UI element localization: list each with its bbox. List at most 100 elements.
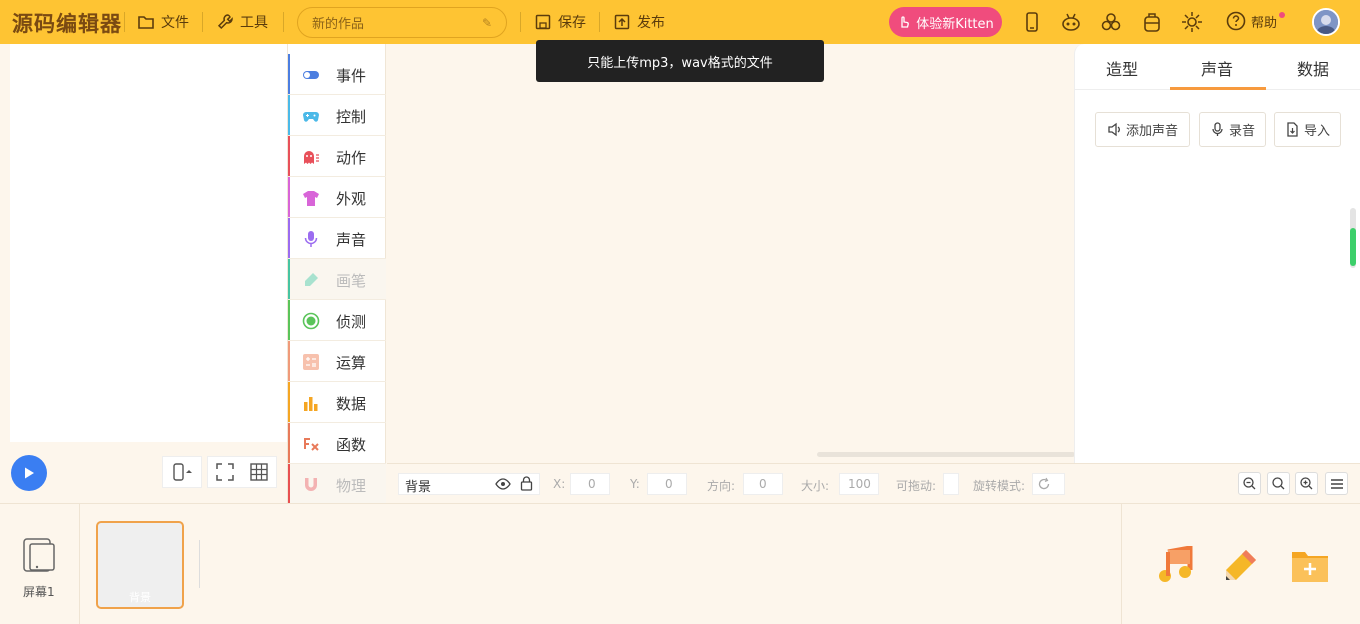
toolbar-divider [283,12,284,32]
category-looks[interactable]: 外观 [288,177,386,218]
try-kitten-label: 体验新Kitten [916,16,994,32]
import-label: 导入 [1303,124,1330,139]
category-label: 数据 [336,395,367,413]
run-button[interactable] [11,455,47,491]
size-value: 100 [848,477,871,491]
category-label: 物理 [336,477,367,495]
add-assets-area [1121,504,1360,624]
save-button[interactable]: 保存 [534,11,586,33]
zoom-in-button[interactable] [1295,472,1318,495]
bar-chart-icon [304,397,318,411]
x-label: X: [553,477,566,491]
file-menu-button[interactable]: 文件 [137,11,189,33]
eye-icon[interactable] [495,477,511,491]
backpack-icon[interactable] [1141,11,1163,33]
toggle-icon [303,71,319,79]
add-sound-button[interactable]: 添加声音 [1095,112,1190,147]
y-value: 0 [665,477,673,491]
device-select-button[interactable] [162,456,202,488]
background-sprite-thumbnail[interactable]: 背景 [96,521,184,609]
toolbar-divider [124,12,125,32]
zoom-in-icon [1300,477,1313,490]
category-motion[interactable]: 动作 [288,136,386,177]
user-avatar[interactable] [1312,8,1340,36]
category-color-bar [288,136,290,176]
category-label: 侦测 [336,313,367,331]
category-physics[interactable]: 物理 [288,464,386,505]
category-color-bar [288,218,290,258]
try-kitten-button[interactable]: 体验新Kitten [889,7,1002,37]
wrench-icon [217,14,233,30]
panel-scrollbar-thumb[interactable] [1350,228,1356,266]
toolbar-divider [202,12,203,32]
search-icon [1272,477,1285,490]
folder-add-icon[interactable] [1290,548,1330,584]
music-note-icon[interactable] [1156,546,1196,586]
category-operators[interactable]: 运算 [288,341,386,382]
publish-button[interactable]: 发布 [613,11,665,33]
code-workspace[interactable] [387,44,1075,463]
category-data[interactable]: 数据 [288,382,386,423]
category-pen[interactable]: 画笔 [288,259,386,300]
record-label: 录音 [1228,124,1255,139]
fullscreen-icon[interactable] [216,463,234,481]
robot-icon[interactable] [1060,11,1082,33]
category-color-bar [288,95,290,135]
category-label: 运算 [336,354,367,372]
magnet-icon [305,478,317,491]
background-sprite-label: 背景 [129,591,151,604]
tablet-icon[interactable] [22,537,56,573]
tools-menu-button[interactable]: 工具 [216,11,268,33]
category-sound[interactable]: 声音 [288,218,386,259]
block-categories: 事件 控制 动作 外观 声音 画笔 侦测 运算 数据 函数 物理 [287,44,386,505]
category-color-bar [288,54,290,94]
file-import-icon [1287,122,1298,137]
lock-icon[interactable] [520,476,533,491]
stage-canvas[interactable] [10,44,287,442]
import-button[interactable]: 导入 [1274,112,1341,147]
grid-icon[interactable] [250,463,268,481]
category-label: 事件 [336,67,367,85]
category-events[interactable]: 事件 [288,54,386,95]
sprite-name-input[interactable]: 背景 [398,473,540,495]
tab-costumes[interactable]: 造型 [1106,56,1138,80]
toast-message: 只能上传mp3，wav格式的文件 [536,40,824,82]
tab-data[interactable]: 数据 [1297,56,1329,80]
play-icon [25,467,34,479]
zoom-reset-button[interactable] [1267,472,1290,495]
avatar-image [1314,10,1338,34]
screen-label[interactable]: 屏幕1 [23,583,55,600]
pencil-draw-icon[interactable] [1220,546,1260,586]
question-icon [1226,11,1246,31]
category-sensing[interactable]: 侦测 [288,300,386,341]
active-tab-indicator [1170,87,1266,90]
record-button[interactable]: 录音 [1199,112,1266,147]
tab-sounds[interactable]: 声音 [1201,56,1233,80]
settings-gear-icon[interactable] [1181,11,1203,33]
mobile-device-icon[interactable] [1021,11,1043,33]
category-label: 外观 [336,190,367,208]
zoom-out-icon [1243,477,1256,490]
calculator-icon [303,354,319,370]
folder-icon [138,16,154,29]
category-label: 控制 [336,108,367,126]
category-functions[interactable]: 函数 [288,423,386,464]
size-label: 大小: [801,479,830,493]
app-logo[interactable]: 源码编辑器 [12,8,122,38]
save-label: 保存 [558,15,586,31]
help-button[interactable]: 帮助 [1226,11,1286,31]
pen-icon [305,273,318,286]
sprite-name-value: 背景 [405,480,432,495]
category-color-bar [288,382,290,422]
category-color-bar [288,259,290,299]
project-title-input[interactable]: 新的作品 ✎ [297,7,507,38]
ghost-icon [304,151,319,164]
zoom-out-button[interactable] [1238,472,1261,495]
workspace-menu-button[interactable] [1325,472,1348,495]
category-label: 声音 [336,231,367,249]
workspace-horizontal-scrollbar[interactable] [817,452,1075,457]
extensions-icon[interactable] [1100,11,1122,33]
draggable-toggle[interactable] [943,473,959,495]
category-control[interactable]: 控制 [288,95,386,136]
function-icon [304,438,319,451]
